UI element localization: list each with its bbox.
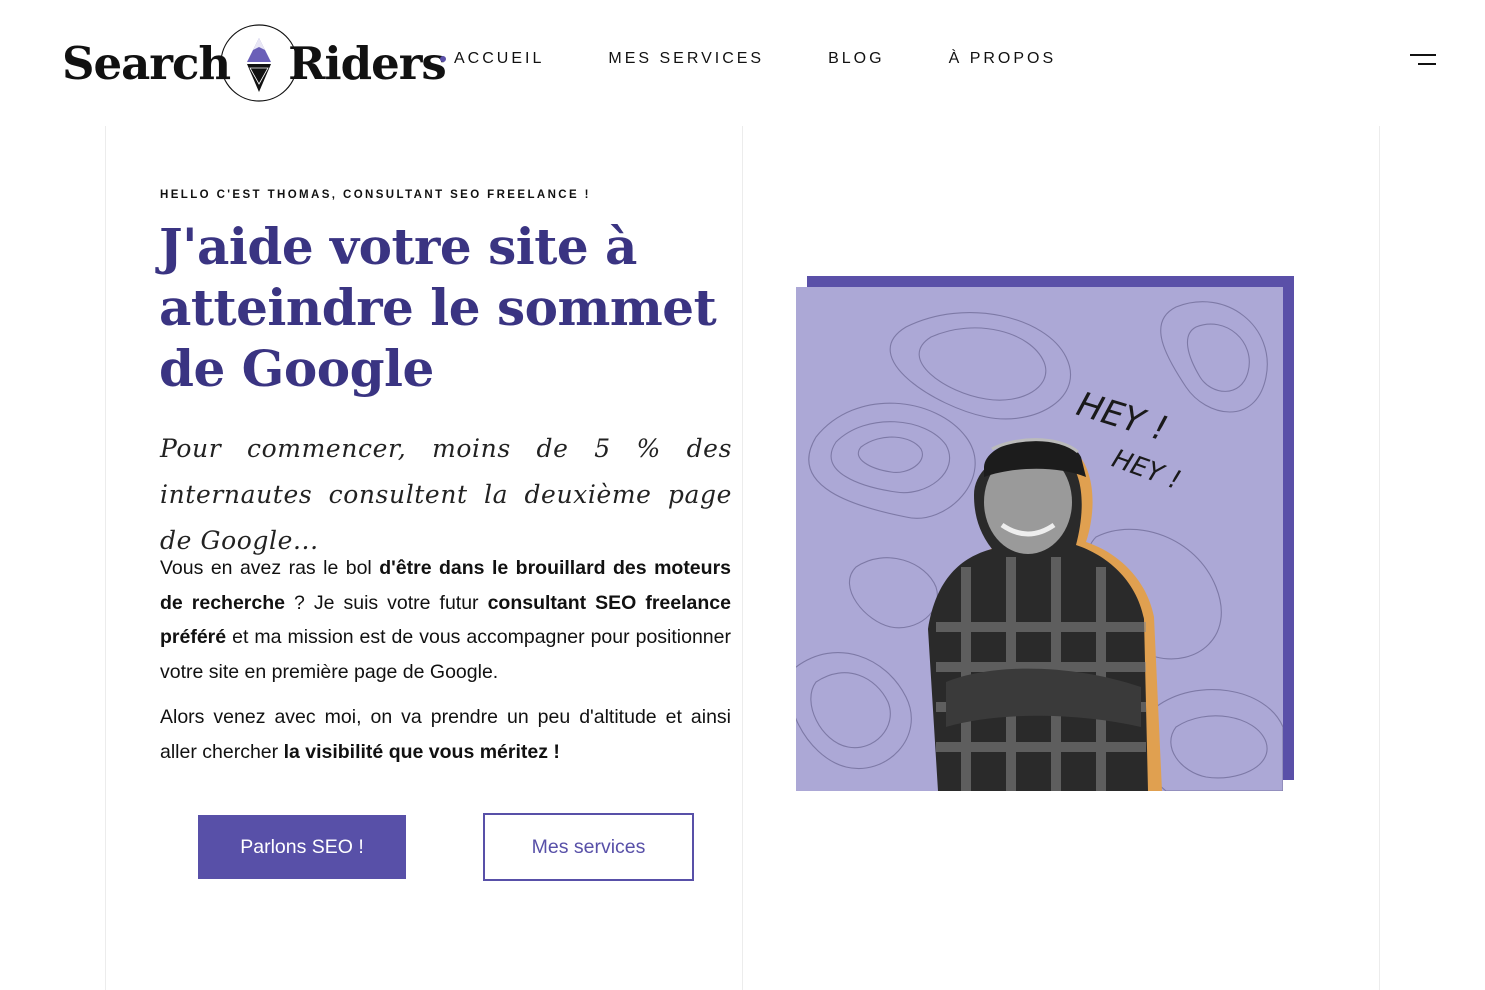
hero-paragraph-1: Vous en avez ras le bol d'être dans le b… [160,551,731,689]
mountain-logo-icon [220,22,298,104]
grid-line [742,126,743,990]
grid-line [1379,126,1380,990]
topographic-portrait-illustration [796,301,1283,791]
portrait-block: HEY ! HEY ! [796,276,1294,792]
hero-eyebrow: HELLO C'EST THOMAS, CONSULTANT SEO FREEL… [160,189,591,201]
nav-item-a-propos[interactable]: À PROPOS [949,50,1057,68]
mes-services-button[interactable]: Mes services [483,813,694,881]
site-logo[interactable]: Search Riders [62,18,447,108]
logo-word-search: Search [62,36,231,90]
parlons-seo-button[interactable]: Parlons SEO ! [198,815,406,879]
nav-label: ACCUEIL [454,50,545,67]
nav-label: MES SERVICES [608,50,765,67]
active-dot-icon [440,56,446,62]
text-run: et ma mission est de vous accompagner po… [160,626,731,683]
text-run: ? Je suis votre futur [285,591,488,614]
hero-headline: J'aide votre site à atteindre le sommet … [159,217,717,398]
grid-line [105,126,106,990]
nav-label: À PROPOS [948,50,1057,67]
nav-item-blog[interactable]: BLOG [828,50,884,68]
text-run: Vous en avez ras le bol [160,557,380,579]
text-run-bold: la visibilité que vous méritez ! [283,740,560,763]
nav-item-mes-services[interactable]: MES SERVICES [608,50,764,68]
main-nav: ACCUEIL MES SERVICES BLOG À PROPOS [440,50,1056,68]
nav-item-accueil[interactable]: ACCUEIL [440,50,544,68]
nav-label: BLOG [828,50,885,67]
hero-script-line: Pour commencer, moins de 5 % des interna… [160,434,732,555]
hamburger-icon[interactable] [1406,54,1436,70]
portrait-photo: HEY ! HEY ! [796,287,1283,791]
logo-word-riders: Riders [288,36,447,90]
hero-paragraph-2: Alors venez avec moi, on va prendre un p… [160,700,731,769]
